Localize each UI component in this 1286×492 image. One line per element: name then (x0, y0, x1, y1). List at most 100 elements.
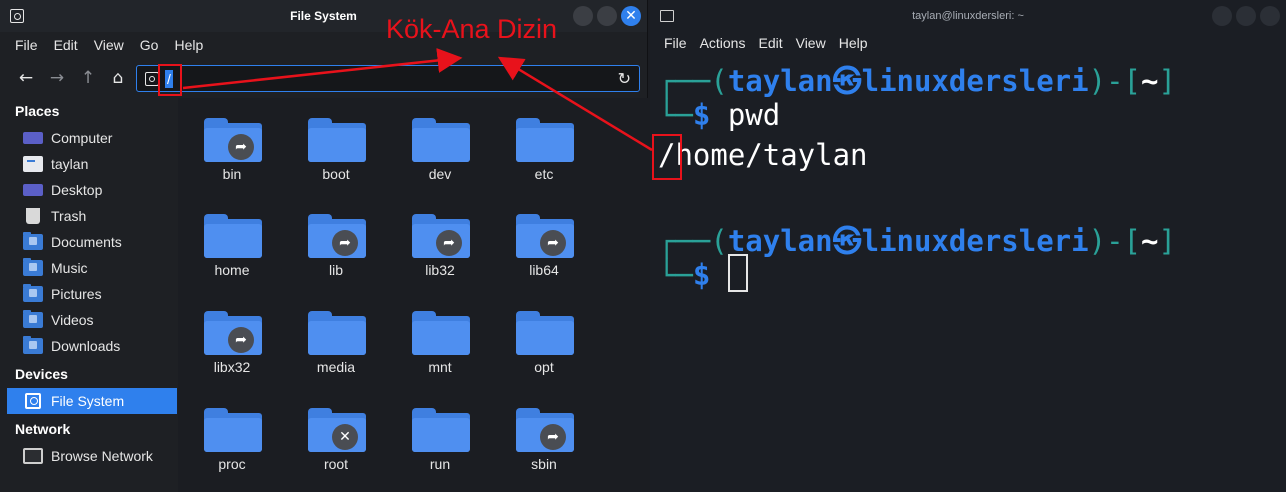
prompt-line: ┌──(taylan㉿linuxdersleri)-[~] (658, 64, 1176, 98)
prompt-dir: ~ (1141, 224, 1159, 258)
symlink-emblem-icon: ➦ (332, 230, 358, 256)
folder-name: lib32 (425, 262, 455, 278)
command-output: /home/taylan (658, 138, 868, 172)
drive-icon (25, 393, 41, 409)
folder-name: bin (222, 166, 242, 182)
downloads-folder-icon (23, 336, 43, 354)
folder-item-lib32[interactable]: ➦ lib32 (390, 200, 490, 290)
menu-file[interactable]: File (664, 35, 687, 51)
monitor-icon (23, 132, 43, 144)
sidebar-item-label: Pictures (51, 286, 102, 302)
maximize-button[interactable] (597, 6, 617, 26)
menu-view[interactable]: View (94, 37, 124, 53)
folder-item-media[interactable]: media (286, 297, 386, 387)
folder-name: run (429, 456, 451, 472)
folder-icon (204, 408, 262, 452)
location-bar[interactable]: / ↻ (136, 65, 640, 92)
sidebar-item-file-system[interactable]: File System (7, 388, 177, 414)
menu-help[interactable]: Help (174, 37, 203, 53)
window-title: File System (290, 9, 357, 23)
menu-edit[interactable]: Edit (54, 37, 78, 53)
minimize-button[interactable] (573, 6, 593, 26)
folder-item-proc[interactable]: proc (182, 394, 282, 484)
back-arrow-icon[interactable]: ← (14, 66, 38, 90)
close-button[interactable] (1260, 6, 1280, 26)
sidebar-item-label: Computer (51, 130, 113, 146)
sidebar-item-trash[interactable]: Trash (7, 203, 177, 229)
prompt-dir: ~ (1141, 64, 1159, 98)
sidebar-item-documents[interactable]: Documents (7, 229, 177, 255)
home-folder-icon (23, 156, 43, 172)
prompt-user: taylan (727, 64, 833, 98)
menu-actions[interactable]: Actions (700, 35, 746, 51)
folder-name: home (214, 262, 250, 278)
drive-icon (145, 72, 159, 86)
sidebar-item-music[interactable]: Music (7, 255, 177, 281)
folder-item-root[interactable]: ✕ root (286, 394, 386, 484)
terminal-titlebar[interactable]: taylan@linuxdersleri: ~ (650, 0, 1286, 32)
folder-item-run[interactable]: run (390, 394, 490, 484)
sidebar-item-label: Browse Network (51, 448, 153, 464)
symlink-emblem-icon: ➦ (540, 424, 566, 450)
symlink-emblem-icon: ➦ (540, 230, 566, 256)
music-folder-icon (23, 258, 43, 276)
sidebar-item-videos[interactable]: Videos (7, 307, 177, 333)
folder-name: libx32 (213, 359, 251, 375)
folder-item-bin[interactable]: ➦ bin (182, 104, 282, 194)
screen: File System ✕ File Edit View Go Help ← →… (0, 0, 1286, 492)
menu-file[interactable]: File (15, 37, 38, 53)
folder-item-boot[interactable]: boot (286, 104, 386, 194)
folder-item-lib64[interactable]: ➦ lib64 (494, 200, 594, 290)
annotation-label: Kök-Ana Dizin (386, 14, 558, 44)
folder-name: sbin (531, 456, 557, 472)
sidebar-item-downloads[interactable]: Downloads (7, 333, 177, 359)
sidebar-item-desktop[interactable]: Desktop (7, 177, 177, 203)
menu-edit[interactable]: Edit (758, 35, 782, 51)
minimize-button[interactable] (1212, 6, 1232, 26)
folder-name: mnt (428, 359, 452, 375)
folder-item-etc[interactable]: etc (494, 104, 594, 194)
home-icon[interactable]: ⌂ (106, 66, 130, 90)
folder-name: dev (428, 166, 452, 182)
folder-item-libx32[interactable]: ➦ libx32 (182, 297, 282, 387)
folder-item-home[interactable]: home (182, 200, 282, 290)
prompt-symbol-icon: ㉿ (832, 64, 862, 98)
sidebar: Places Computer taylan Desktop Trash Doc… (0, 98, 177, 492)
reload-icon[interactable]: ↻ (618, 69, 631, 88)
sidebar-header-devices: Devices (15, 366, 68, 382)
forward-arrow-icon[interactable]: → (45, 66, 69, 90)
sidebar-item-taylan[interactable]: taylan (7, 151, 177, 177)
documents-folder-icon (23, 232, 43, 250)
folder-item-sbin[interactable]: ➦ sbin (494, 394, 594, 484)
maximize-button[interactable] (1236, 6, 1256, 26)
folder-icon (412, 408, 470, 452)
folder-name: proc (218, 456, 246, 472)
command-line: └─$ pwd (658, 98, 781, 132)
folder-icon (412, 118, 470, 162)
sidebar-item-browse-network[interactable]: Browse Network (7, 443, 177, 469)
sidebar-item-pictures[interactable]: Pictures (7, 281, 177, 307)
up-arrow-icon[interactable]: ↑ (76, 66, 100, 90)
folder-item-lib[interactable]: ➦ lib (286, 200, 386, 290)
drive-app-icon (10, 9, 24, 23)
symlink-emblem-icon: ➦ (228, 134, 254, 160)
close-button[interactable]: ✕ (621, 6, 641, 26)
folder-item-opt[interactable]: opt (494, 297, 594, 387)
sidebar-item-label: Music (51, 260, 88, 276)
folder-item-mnt[interactable]: mnt (390, 297, 490, 387)
folder-item-dev[interactable]: dev (390, 104, 490, 194)
input-line[interactable]: └─$ (658, 254, 748, 296)
prompt-host: linuxdersleri (861, 224, 1089, 258)
file-manager-toolbar: ← → ↑ ⌂ / ↻ (0, 60, 647, 96)
terminal-title: taylan@linuxdersleri: ~ (912, 10, 1024, 22)
menu-help[interactable]: Help (839, 35, 868, 51)
folder-icon (308, 118, 366, 162)
menu-go[interactable]: Go (140, 37, 159, 53)
terminal-menubar: File Actions Edit View Help (650, 30, 1286, 56)
sidebar-item-computer[interactable]: Computer (7, 125, 177, 151)
sidebar-item-label: Downloads (51, 338, 121, 354)
folder-icon (204, 214, 262, 258)
command-text: pwd (727, 98, 781, 132)
menu-view[interactable]: View (796, 35, 826, 51)
sidebar-item-label: Videos (51, 312, 94, 328)
